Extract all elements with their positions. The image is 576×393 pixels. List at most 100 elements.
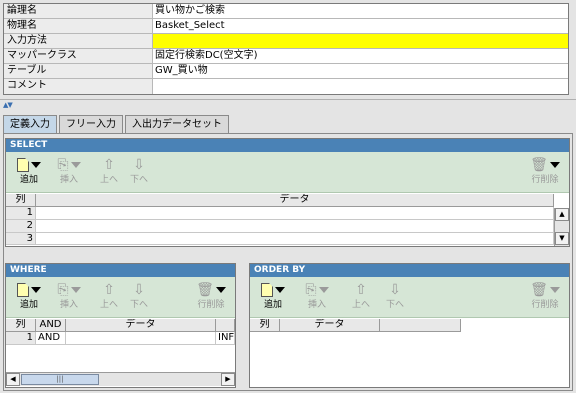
scroll-down-icon[interactable]: ▼ xyxy=(555,232,569,245)
property-key: 論理名 xyxy=(4,4,153,18)
where-toolbar: 追加 ⎘ 挿入 ⇧ 上へ ⇩ 下へ 🗑 行削除 xyxy=(6,277,235,318)
collapse-expand-arrows-icon[interactable]: ▲▼ xyxy=(3,101,13,109)
property-key: 物理名 xyxy=(4,19,153,33)
add-button[interactable]: 追加 xyxy=(12,155,46,191)
dropdown-arrow-icon[interactable] xyxy=(275,287,285,293)
column-header-extra[interactable] xyxy=(380,319,461,331)
data-cell[interactable] xyxy=(36,233,554,244)
tab-free-input[interactable]: フリー入力 xyxy=(59,115,123,134)
tab-definition-input[interactable]: 定義入力 xyxy=(3,115,57,135)
arrow-up-icon: ⇧ xyxy=(103,282,115,298)
where-panel: WHERE 追加 ⎘ 挿入 ⇧ 上へ ⇩ 下へ 🗑 行削除 列 AND データ xyxy=(5,263,236,388)
trash-icon: 🗑 xyxy=(196,282,214,298)
property-row-physical-name: 物理名 Basket_Select xyxy=(4,19,568,34)
row-number: 2 xyxy=(6,220,36,232)
insert-icon: ⎘ xyxy=(57,282,69,298)
orderby-toolbar: 追加 ⎘ 挿入 ⇧ 上へ ⇩ 下へ 🗑 行削除 xyxy=(250,277,569,318)
dropdown-arrow-icon[interactable] xyxy=(215,287,226,293)
data-cell[interactable] xyxy=(36,207,554,219)
delete-row-button[interactable]: 🗑 行削除 xyxy=(528,280,562,316)
panel-title: WHERE xyxy=(6,264,235,277)
horizontal-scrollbar[interactable]: ◀ ||| ▶ xyxy=(6,372,235,386)
extra-cell[interactable]: INF xyxy=(216,332,235,344)
column-header-data[interactable]: データ xyxy=(36,194,554,206)
data-cell[interactable] xyxy=(66,332,216,344)
new-document-icon xyxy=(17,158,29,172)
property-row-comment: コメント xyxy=(4,79,568,94)
move-down-button[interactable]: ⇩ 下へ xyxy=(124,280,154,316)
property-row-logical-name: 論理名 買い物かご検索 xyxy=(4,4,568,19)
orderby-grid: 列 データ xyxy=(250,319,569,387)
property-key: テーブル xyxy=(4,64,153,78)
insert-button[interactable]: ⎘ 挿入 xyxy=(52,280,86,316)
column-header-col[interactable]: 列 xyxy=(6,319,36,331)
scroll-thumb[interactable]: ||| xyxy=(21,374,99,385)
physical-name-field[interactable]: Basket_Select xyxy=(153,19,568,33)
table-row[interactable]: 3 xyxy=(6,233,554,245)
property-row-input-method: 入力方法 xyxy=(4,34,568,49)
row-number: 1 xyxy=(6,207,36,219)
column-header-extra[interactable] xyxy=(216,319,235,331)
scroll-right-icon[interactable]: ▶ xyxy=(221,373,235,386)
split-pane-divider[interactable]: ▲▼ xyxy=(0,99,576,109)
dropdown-arrow-icon[interactable] xyxy=(549,287,560,293)
add-button[interactable]: 追加 xyxy=(12,280,46,316)
column-header-col[interactable]: 列 xyxy=(6,194,36,206)
dropdown-arrow-icon[interactable] xyxy=(70,287,81,293)
scroll-up-icon[interactable]: ▲ xyxy=(555,208,569,221)
table-field[interactable]: GW_買い物 xyxy=(153,64,568,78)
grid-header: 列 データ xyxy=(6,194,554,207)
dropdown-arrow-icon[interactable] xyxy=(318,287,329,293)
scroll-left-icon[interactable]: ◀ xyxy=(6,373,20,386)
grid-header: 列 データ xyxy=(250,319,461,332)
arrow-down-icon: ⇩ xyxy=(133,157,145,173)
trash-icon: 🗑 xyxy=(530,282,548,298)
trash-icon: 🗑 xyxy=(530,157,548,173)
move-up-button[interactable]: ⇧ 上へ xyxy=(94,280,124,316)
properties-table: 論理名 買い物かご検索 物理名 Basket_Select 入力方法 マッパーク… xyxy=(3,3,569,95)
panel-title: ORDER BY xyxy=(250,264,569,277)
tab-io-dataset[interactable]: 入出力データセット xyxy=(125,115,229,134)
property-row-mapper-class: マッパークラス 固定行検索DC(空文字) xyxy=(4,49,568,64)
tab-bar: 定義入力 フリー入力 入出力データセット xyxy=(3,115,231,135)
move-down-button[interactable]: ⇩ 下へ xyxy=(380,280,410,316)
select-toolbar: 追加 ⎘ 挿入 ⇧ 上へ ⇩ 下へ 🗑 行削除 xyxy=(6,152,569,193)
delete-row-button[interactable]: 🗑 行削除 xyxy=(194,280,228,316)
vertical-scrollbar[interactable]: ▲ ▼ xyxy=(554,208,569,246)
delete-row-button[interactable]: 🗑 行削除 xyxy=(528,155,562,191)
select-panel: SELECT 追加 ⎘ 挿入 ⇧ 上へ ⇩ 下へ 🗑 行削除 列 データ 1 2… xyxy=(5,138,570,247)
table-row[interactable]: 1 AND INF xyxy=(6,332,235,345)
comment-field[interactable] xyxy=(153,79,568,94)
dropdown-arrow-icon[interactable] xyxy=(31,287,41,293)
move-down-button[interactable]: ⇩ 下へ xyxy=(124,155,154,191)
property-key: 入力方法 xyxy=(4,34,153,48)
column-header-col[interactable]: 列 xyxy=(250,319,280,331)
table-row[interactable]: 2 xyxy=(6,220,554,233)
input-method-field[interactable] xyxy=(153,34,568,48)
insert-icon: ⎘ xyxy=(57,157,69,173)
and-cell[interactable]: AND xyxy=(36,332,66,344)
new-document-icon xyxy=(261,283,273,297)
arrow-up-icon: ⇧ xyxy=(103,157,115,173)
orderby-panel: ORDER BY 追加 ⎘ 挿入 ⇧ 上へ ⇩ 下へ 🗑 行削除 列 データ xyxy=(249,263,570,388)
data-cell[interactable] xyxy=(36,220,554,232)
insert-button[interactable]: ⎘ 挿入 xyxy=(52,155,86,191)
dropdown-arrow-icon[interactable] xyxy=(549,162,560,168)
add-button[interactable]: 追加 xyxy=(256,280,290,316)
column-header-data[interactable]: データ xyxy=(66,319,216,331)
column-header-and[interactable]: AND xyxy=(36,319,66,331)
new-document-icon xyxy=(17,283,29,297)
property-key: コメント xyxy=(4,79,153,94)
grid-header: 列 AND データ xyxy=(6,319,235,332)
insert-button[interactable]: ⎘ 挿入 xyxy=(300,280,334,316)
arrow-up-icon: ⇧ xyxy=(355,282,367,298)
logical-name-field[interactable]: 買い物かご検索 xyxy=(153,4,568,18)
move-up-button[interactable]: ⇧ 上へ xyxy=(94,155,124,191)
column-header-data[interactable]: データ xyxy=(280,319,380,331)
mapper-class-field[interactable]: 固定行検索DC(空文字) xyxy=(153,49,568,63)
dropdown-arrow-icon[interactable] xyxy=(70,162,81,168)
move-up-button[interactable]: ⇧ 上へ xyxy=(346,280,376,316)
table-row[interactable]: 1 xyxy=(6,207,554,220)
panel-title: SELECT xyxy=(6,139,569,152)
dropdown-arrow-icon[interactable] xyxy=(31,162,41,168)
